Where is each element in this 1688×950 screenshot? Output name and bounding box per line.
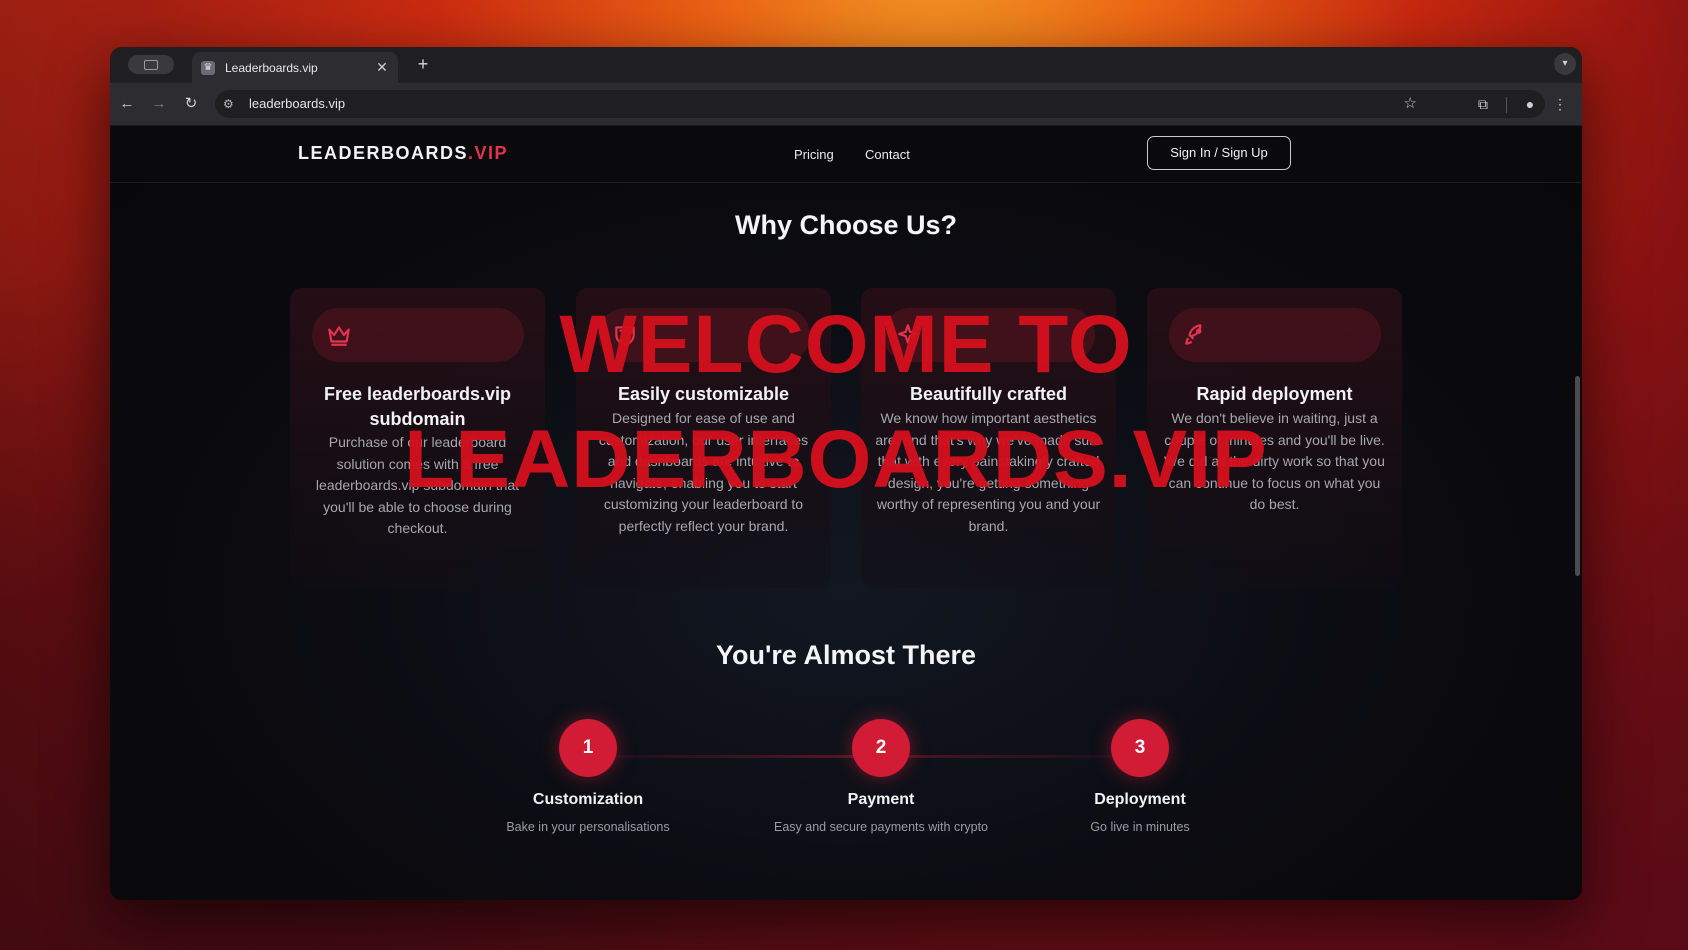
feature-card: Beautifully crafted We know how importan… xyxy=(861,288,1116,588)
close-tab-icon[interactable]: ✕ xyxy=(374,59,390,76)
tabs-icon xyxy=(144,59,158,70)
why-choose-heading: Why Choose Us? xyxy=(734,210,957,240)
icon-pill xyxy=(312,308,524,362)
profile-avatar-icon[interactable]: ● xyxy=(1520,94,1540,114)
step-3-badge: 3 xyxy=(1111,719,1169,777)
shield-icon xyxy=(615,326,635,346)
site-header: LEADERBOARDS.VIP Pricing Contact Sign In… xyxy=(110,126,1582,183)
card-title: Rapid deployment xyxy=(1196,384,1353,404)
logo-text: LEADERBOARDS xyxy=(298,143,469,163)
card-text: We know how important aesthetics are, an… xyxy=(875,410,1102,534)
site-logo[interactable]: LEADERBOARDS.VIP xyxy=(298,143,508,164)
browser-toolbar: ← → ↻ ⚙ leaderboards.vip ☆ ⧉ ● ⋮ xyxy=(110,83,1582,126)
card-title: Beautifully crafted xyxy=(909,384,1068,404)
step-3-desc: Go live in minutes xyxy=(1090,820,1190,834)
page-scrollbar[interactable] xyxy=(1575,376,1580,576)
card-text: Purchase of our leaderboard solution com… xyxy=(315,434,520,536)
icon-pill xyxy=(1169,308,1381,362)
nav-link-contact[interactable]: Contact xyxy=(865,147,910,162)
bookmark-star-icon[interactable]: ☆ xyxy=(1404,94,1417,112)
sign-in-button[interactable]: Sign In / Sign Up xyxy=(1147,136,1291,170)
browser-window: ♛ Leaderboards.vip ✕ + ▾ ← → ↻ ⚙ leaderb… xyxy=(110,47,1582,900)
almost-there-heading: You're Almost There xyxy=(716,640,976,670)
card-title: Free leaderboards.vip subdomain xyxy=(323,384,512,429)
card-text: Designed for ease of use and customizati… xyxy=(598,410,809,534)
step-1-title: Customization xyxy=(532,791,644,808)
step-2-desc: Easy and secure payments with crypto xyxy=(774,820,988,834)
icon-pill xyxy=(598,308,810,362)
forward-arrow-icon[interactable]: → xyxy=(149,94,169,114)
feature-card: Rapid deployment We don't believe in wai… xyxy=(1147,288,1402,588)
extensions-puzzle-icon[interactable]: ⧉ xyxy=(1473,94,1493,114)
web-page: LEADERBOARDS.VIP Pricing Contact Sign In… xyxy=(110,126,1582,900)
step-2-badge: 2 xyxy=(852,719,910,777)
browser-menu-icon[interactable]: ⋮ xyxy=(1550,94,1570,114)
card-text: We don't believe in waiting, just a coup… xyxy=(1164,410,1385,512)
new-tab-button[interactable]: + xyxy=(412,53,434,75)
step-3-title: Deployment xyxy=(1094,791,1186,808)
card-title: Easily customizable xyxy=(617,384,790,404)
step-1-desc: Bake in your personalisations xyxy=(506,820,670,834)
crown-icon xyxy=(328,326,350,346)
address-url[interactable]: leaderboards.vip xyxy=(249,96,345,111)
feature-card: Free leaderboards.vip subdomain Purchase… xyxy=(290,288,545,588)
tab-title: Leaderboards.vip xyxy=(225,60,318,75)
address-bar[interactable]: ⚙ leaderboards.vip ☆ xyxy=(215,90,1545,118)
step-1-badge: 1 xyxy=(559,719,617,777)
rocket-icon xyxy=(1185,324,1202,345)
site-settings-icon[interactable]: ⚙ xyxy=(223,97,237,111)
favicon-icon: ♛ xyxy=(201,60,215,75)
reload-icon[interactable]: ↻ xyxy=(181,94,201,114)
toolbar-divider xyxy=(1506,97,1507,113)
back-arrow-icon[interactable]: ← xyxy=(117,94,137,114)
browser-tab[interactable]: ♛ Leaderboards.vip ✕ xyxy=(192,52,398,83)
sparkles-icon xyxy=(898,324,920,344)
tab-bar: ♛ Leaderboards.vip ✕ + ▾ xyxy=(110,47,1582,83)
logo-accent-text: .VIP xyxy=(468,143,509,163)
icon-pill xyxy=(883,308,1095,362)
tab-search-chevron-icon[interactable]: ▾ xyxy=(1554,53,1576,75)
feature-card: Easily customizable Designed for ease of… xyxy=(576,288,831,588)
step-2-title: Payment xyxy=(847,791,915,808)
tab-switcher-button[interactable] xyxy=(128,55,174,74)
nav-link-pricing[interactable]: Pricing xyxy=(794,147,834,162)
